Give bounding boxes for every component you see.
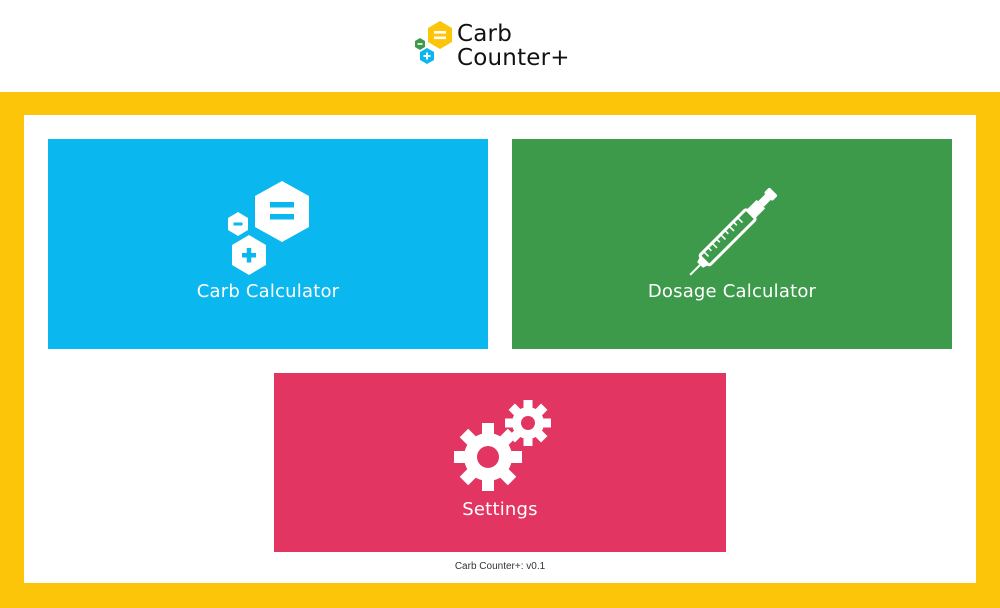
app-logo[interactable]: Carb Counter+ (413, 20, 593, 72)
logo-line-1: Carb (457, 21, 513, 47)
carb-calculator-button[interactable]: Carb Calculator (48, 139, 488, 349)
carb-calculator-label: Carb Calculator (196, 281, 340, 302)
insulin-pen-icon (689, 187, 778, 276)
settings-button[interactable]: Settings (274, 373, 726, 552)
gears-icon (454, 400, 551, 491)
hexagon-calculator-icon (228, 181, 309, 275)
logo-hexagons-icon (415, 21, 452, 64)
version-text: Carb Counter+: v0.1 (454, 561, 546, 572)
main-panel: Carb Calculator Dosage Calculator Settin… (24, 115, 976, 583)
logo-text: Carb Counter+ (457, 22, 570, 70)
yellow-frame: Carb Calculator Dosage Calculator Settin… (0, 92, 1000, 608)
dosage-calculator-label: Dosage Calculator (647, 281, 817, 302)
logo-line-2: Counter+ (457, 45, 570, 71)
dosage-calculator-button[interactable]: Dosage Calculator (512, 139, 952, 349)
app-header: Carb Counter+ (0, 0, 1000, 92)
settings-label: Settings (462, 499, 538, 520)
